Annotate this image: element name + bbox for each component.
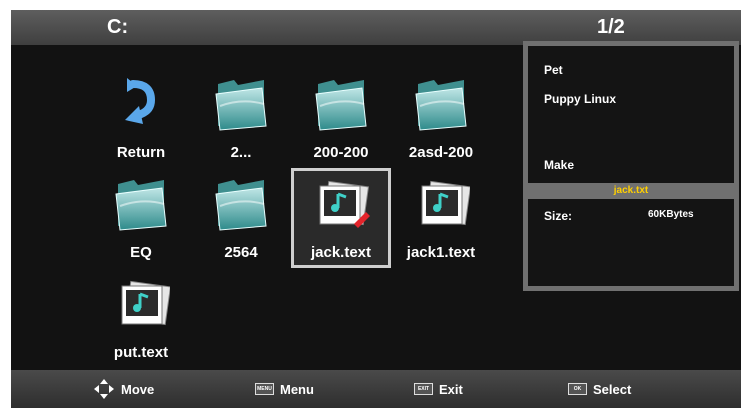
- folder-icon: [215, 180, 267, 231]
- page-indicator: 1/2: [597, 16, 625, 38]
- exit-hint: EXIT Exit: [414, 370, 463, 408]
- exit-key-icon: EXIT: [414, 383, 433, 395]
- file-item-music[interactable]: jack1.text: [391, 168, 491, 268]
- menu-hint: MENU Menu: [255, 370, 314, 408]
- folder-icon: [415, 80, 467, 131]
- file-item-label: jack1.text: [406, 244, 476, 261]
- title-bar: C: 1/2: [11, 10, 741, 45]
- folder-icon: [215, 80, 267, 131]
- info-line: Puppy Linux: [544, 92, 616, 106]
- file-item-label: 2564: [224, 244, 258, 261]
- info-size-label: Size:: [544, 209, 573, 223]
- music-photo-icon: [421, 180, 470, 226]
- music-photo-icon: [121, 280, 170, 326]
- media-browser-screen: C: 1/2 Return 2... 200-200 2asd-200 EQ 2…: [11, 10, 741, 408]
- folder-icon: [115, 180, 167, 231]
- info-filename: jack.txt: [528, 183, 734, 199]
- file-item-label: 200-200: [313, 144, 369, 161]
- file-item-folder[interactable]: 2...: [191, 68, 291, 168]
- file-item-music-selected[interactable]: jack.text: [291, 168, 391, 268]
- file-item-music[interactable]: put.text: [91, 268, 191, 368]
- ok-key-icon: OK: [568, 383, 587, 395]
- info-size-value: 60KBytes: [648, 209, 694, 220]
- return-arrow-icon: [125, 78, 156, 124]
- move-hint: Move: [93, 370, 154, 408]
- file-grid: Return 2... 200-200 2asd-200 EQ 2564 jac…: [91, 68, 521, 368]
- folder-icon: [315, 80, 367, 131]
- info-line: Make: [544, 158, 575, 172]
- menu-key-icon: MENU: [255, 383, 274, 395]
- drive-label: C:: [107, 16, 129, 38]
- file-info-panel: Pet Puppy Linux Make jack.txt Size: 60KB…: [523, 41, 739, 291]
- menu-label: Menu: [280, 381, 314, 397]
- info-line: Pet: [544, 63, 563, 77]
- file-item-label: 2...: [230, 144, 252, 161]
- dpad-arrows-icon: [94, 379, 114, 399]
- file-item-folder[interactable]: 200-200: [291, 68, 391, 168]
- file-item-label: 2asd-200: [408, 144, 474, 161]
- file-item-folder[interactable]: 2asd-200: [391, 68, 491, 168]
- footer-bar: Move MENU Menu EXIT Exit OK Select: [11, 370, 741, 408]
- select-label: Select: [593, 381, 632, 397]
- exit-label: Exit: [439, 381, 463, 397]
- file-item-label: jack.text: [310, 244, 372, 261]
- music-photo-icon: [319, 180, 370, 228]
- move-label: Move: [121, 381, 155, 397]
- file-item-folder[interactable]: 2564: [191, 168, 291, 268]
- file-item-label: EQ: [130, 244, 152, 261]
- file-item-folder[interactable]: EQ: [91, 168, 191, 268]
- file-item-label: Return: [116, 144, 166, 161]
- file-item-label: put.text: [113, 344, 169, 361]
- select-hint: OK Select: [568, 370, 631, 408]
- file-item-return[interactable]: Return: [91, 68, 191, 168]
